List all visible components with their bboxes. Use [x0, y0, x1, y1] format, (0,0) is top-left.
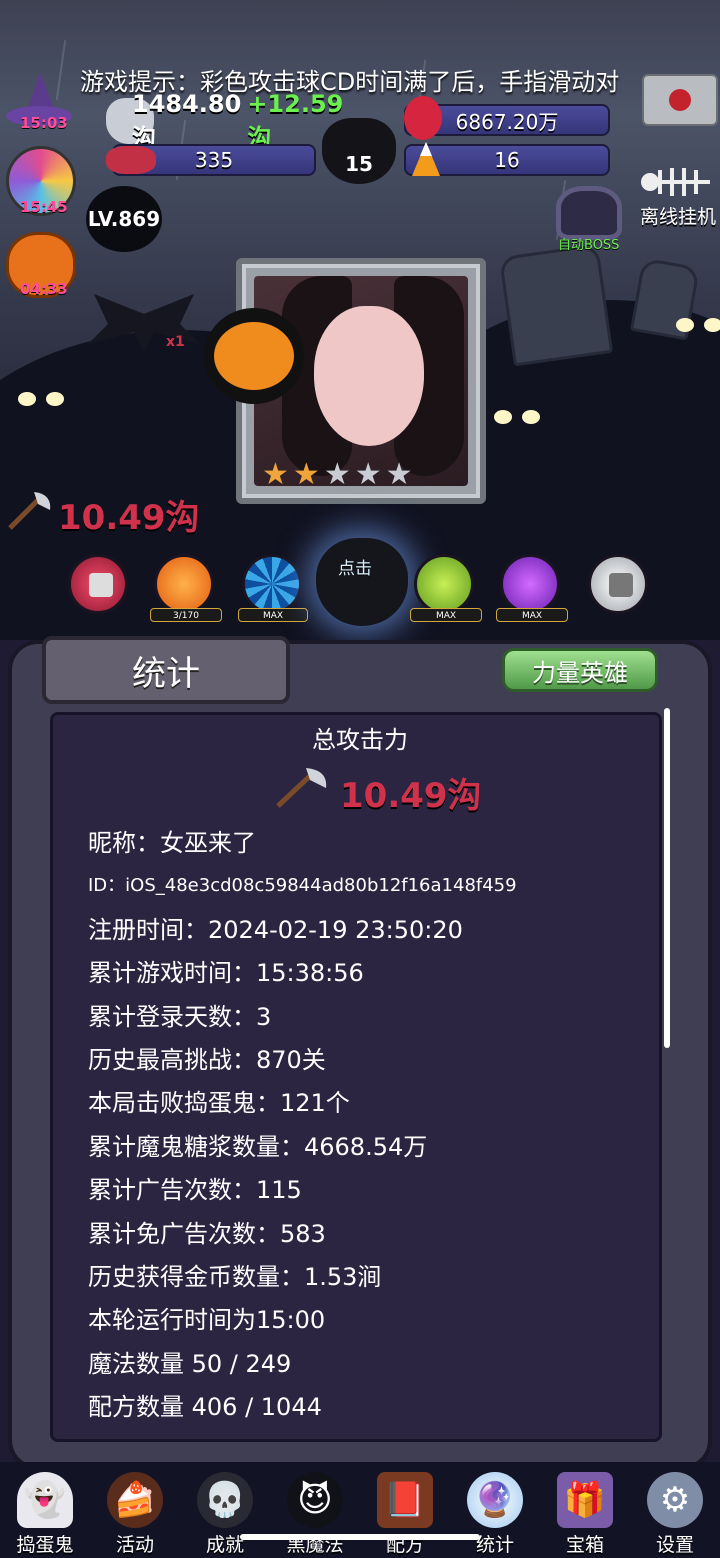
nav-recipes[interactable]: 📕 配方 — [360, 1462, 450, 1558]
pumpkin-bomb-icon[interactable] — [204, 308, 304, 404]
nav-achievements[interactable]: 💀 成就 — [180, 1462, 270, 1558]
skill-green-tag: MAX — [410, 608, 482, 622]
witch-hat-timer: 15:03 — [20, 114, 68, 132]
mail-envelope-icon[interactable] — [642, 74, 718, 126]
eyeball-cake-icon: 🍰 — [107, 1472, 163, 1528]
skill-locked-gray[interactable] — [588, 554, 648, 614]
pumpkin-timer: 04:33 — [20, 280, 68, 298]
skill-purple[interactable] — [500, 554, 560, 614]
tab-stats[interactable]: 统计 — [42, 636, 290, 704]
skill-click-demon[interactable] — [316, 538, 408, 626]
cauldron-count: 15 — [345, 152, 373, 176]
stat-login-days: 累计登录天数：3 — [88, 1002, 272, 1031]
stat-run-time: 本轮运行时间为15:00 — [88, 1306, 326, 1335]
stats-list: 昵称：女巫来了 ID：iOS_48e3cd08c59844ad80b12f16a… — [88, 826, 648, 1433]
nav-events[interactable]: 🍰 活动 — [90, 1462, 180, 1558]
skill-locked-red[interactable] — [68, 554, 128, 614]
stat-ad-count: 累计广告次数：115 — [88, 1176, 302, 1205]
nav-treasure[interactable]: 🎁 宝箱 — [540, 1462, 630, 1558]
star-empty-icon: ★ — [354, 457, 382, 492]
stat-gold-total: 历史获得金币数量：1.53涧 — [88, 1262, 382, 1291]
tombstone — [498, 243, 614, 367]
stat-syrup-total: 累计魔鬼糖浆数量：4668.54万 — [88, 1132, 428, 1161]
skill-green[interactable] — [414, 554, 474, 614]
corn-count: 16 — [494, 148, 520, 172]
stat-magic-count: 魔法数量 50 / 249 — [88, 1349, 292, 1378]
lock-icon — [609, 573, 633, 597]
nav-statistics[interactable]: 🔮 统计 — [450, 1462, 540, 1558]
skill-orange[interactable] — [154, 554, 214, 614]
syrup-value: 6867.20万 — [455, 109, 559, 134]
spellbook-icon: 📕 — [377, 1472, 433, 1528]
glowing-eyes — [494, 410, 540, 424]
gold-bar: 1484.80沟 +12.59沟 — [132, 90, 343, 152]
bat-icon — [84, 274, 204, 364]
stat-defeated: 本局击败捣蛋鬼：121个 — [88, 1089, 350, 1118]
stat-id: ID：iOS_48e3cd08c59844ad80b12f16a148f459 — [88, 875, 517, 897]
stat-highest-challenge: 历史最高挑战：870关 — [88, 1045, 326, 1074]
skill-orange-tag: 3/170 — [150, 608, 222, 622]
lock-icon — [89, 573, 113, 597]
ghost-icon: 👻 — [17, 1472, 73, 1528]
stats-scrollbar[interactable] — [664, 708, 670, 1048]
skull-trophy-icon: 💀 — [197, 1472, 253, 1528]
nav-settings[interactable]: ⚙ 设置 — [630, 1462, 720, 1558]
auto-boss-portal-icon[interactable] — [556, 186, 622, 240]
star-empty-icon: ★ — [323, 457, 351, 492]
click-skill-label: 点击 — [338, 559, 372, 579]
glowing-eyes — [676, 318, 720, 332]
boss-star-rating: ★ ★ ★ ★ ★ — [262, 460, 413, 490]
nav-troublemakers[interactable]: 👻 捣蛋鬼 — [0, 1462, 90, 1558]
demon-icon: 😈 — [287, 1472, 343, 1528]
wrapped-candy-icon — [106, 146, 156, 174]
gift-box-icon: 🎁 — [557, 1472, 613, 1528]
nav-dark-magic[interactable]: 😈 黑魔法 — [270, 1462, 360, 1558]
bat-multiplier: x1 — [166, 334, 185, 350]
gear-icon: ⚙ — [647, 1472, 703, 1528]
crystal-ball-icon: 🔮 — [467, 1472, 523, 1528]
candy-corn-icon — [410, 140, 442, 178]
stat-ad-free-count: 累计免广告次数：583 — [88, 1219, 326, 1248]
skill-blue-tag: MAX — [238, 608, 308, 622]
home-indicator[interactable] — [240, 1534, 480, 1540]
axe-icon — [4, 488, 54, 532]
axe-icon — [272, 766, 330, 810]
bottom-nav: 👻 捣蛋鬼 🍰 活动 💀 成就 😈 黑魔法 📕 配方 🔮 统计 🎁 宝箱 ⚙ 设… — [0, 1462, 720, 1558]
total-attack-value: 10.49沟 — [340, 776, 482, 816]
star-filled-icon: ★ — [292, 457, 320, 492]
cauldron-icon[interactable]: 15 — [322, 118, 396, 184]
auto-boss-label[interactable]: 自动BOSS — [558, 234, 619, 253]
power-hero-button[interactable]: 力量英雄 — [502, 648, 658, 692]
level-badge: LV.869 — [86, 186, 162, 252]
stat-register-time: 注册时间：2024-02-19 23:50:20 — [88, 915, 463, 944]
stat-nickname: 昵称：女巫来了 — [88, 829, 256, 857]
stat-play-time: 累计游戏时间：15:38:56 — [88, 959, 364, 988]
glowing-eyes — [18, 392, 64, 406]
skill-purple-tag: MAX — [496, 608, 568, 622]
star-empty-icon: ★ — [385, 457, 413, 492]
skill-blue[interactable] — [242, 554, 302, 614]
potion-skull-icon — [404, 96, 442, 140]
offline-idle-label[interactable]: 离线挂机 — [640, 202, 716, 229]
damage-per-second: 10.49沟 — [58, 498, 200, 538]
swirl-candy-timer: 15:45 — [20, 198, 68, 216]
fish-bone-icon[interactable] — [640, 160, 718, 204]
candy-count: 335 — [194, 148, 234, 172]
stat-recipe-count: 配方数量 406 / 1044 — [88, 1393, 322, 1422]
star-filled-icon: ★ — [262, 457, 289, 492]
total-attack-title: 总攻击力 — [312, 726, 408, 754]
